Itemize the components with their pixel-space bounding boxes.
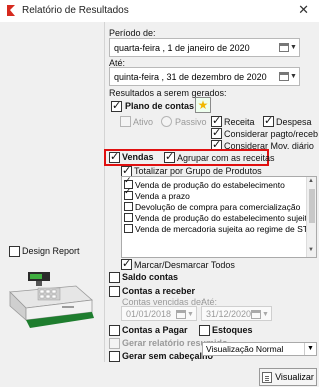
agrupar-receitas-label: Agrupar com as receitas	[177, 153, 275, 163]
contas-pagar-checkbox[interactable]	[109, 325, 120, 336]
estoques-label: Estoques	[212, 325, 253, 335]
periodo-de-value: quarta-feira , 1 de janeiro de 2020	[114, 42, 250, 53]
calendar-dropdown-icon[interactable]: ▼	[251, 308, 269, 321]
visualizar-label: Visualizar	[275, 372, 314, 382]
marcar-todos-checkbox[interactable]	[121, 257, 132, 270]
star-icon[interactable]: ★	[195, 97, 211, 113]
marcar-todos-label: Marcar/Desmarcar Todos	[134, 260, 235, 270]
title-bar: Relatório de Resultados ✕	[0, 0, 319, 22]
ativo-label: Ativo	[133, 117, 154, 127]
scroll-down-icon[interactable]: ▼	[308, 247, 314, 253]
list-scrollbar[interactable]: ▲ ▼	[306, 177, 316, 257]
chevron-down-icon[interactable]: ▼	[304, 343, 316, 355]
periodo-de-field[interactable]: quarta-feira , 1 de janeiro de 2020 ▼	[109, 38, 300, 57]
estoques-checkbox[interactable]	[199, 325, 210, 336]
list-item[interactable]: Devolução de compra para comercialização	[124, 201, 300, 212]
app-logo-icon	[7, 5, 15, 16]
plano-contas-label: Plano de contas	[125, 101, 195, 111]
list-item-checkbox[interactable]	[124, 213, 133, 223]
passivo-label: Passivo	[175, 117, 207, 127]
ativo-checkbox[interactable]	[120, 116, 131, 127]
calendar-dropdown-icon[interactable]: ▼	[279, 41, 297, 54]
gerar-resumido-checkbox[interactable]	[109, 338, 120, 349]
visualizar-button[interactable]: Visualizar	[259, 368, 317, 386]
totalizar-label: Totalizar por Grupo de Produtos	[134, 166, 262, 176]
visualizacao-select[interactable]: Visualização Normal ▼	[202, 342, 317, 356]
contas-pagar-label: Contas a Pagar	[122, 325, 188, 335]
despesa-checkbox[interactable]	[263, 114, 274, 127]
vendas-label: Vendas	[122, 152, 154, 162]
list-item-checkbox[interactable]	[124, 191, 133, 201]
contas-ate-field[interactable]: 31/12/2020 ▼	[201, 306, 272, 321]
list-item-checkbox[interactable]	[124, 202, 133, 212]
plano-contas-checkbox[interactable]	[111, 99, 122, 112]
agrupar-receitas-checkbox[interactable]	[164, 150, 175, 163]
gerar-sem-cabecalho-label: Gerar sem cabeçalho	[122, 351, 214, 361]
design-report-checkbox[interactable]	[9, 246, 20, 257]
contas-de-value: 01/01/2018	[126, 308, 172, 319]
periodo-ate-value: quinta-feira , 31 de dezembro de 2020	[114, 71, 267, 82]
contas-receber-label: Contas a receber	[122, 286, 196, 296]
panel-divider	[104, 22, 105, 362]
considerar-pagto-label: Considerar pagto/receb	[224, 129, 319, 139]
contas-de-field[interactable]: 01/01/2018 ▼	[121, 306, 197, 321]
window-title: Relatório de Resultados	[22, 5, 129, 16]
periodo-de-label: Período de:	[109, 28, 156, 38]
list-item-checkbox[interactable]	[124, 224, 133, 234]
gerar-sem-cabecalho-checkbox[interactable]	[109, 351, 120, 362]
contas-receber-checkbox[interactable]	[109, 286, 120, 297]
receita-label: Receita	[224, 117, 255, 127]
saldo-contas-checkbox[interactable]	[109, 272, 120, 283]
visualizacao-selected: Visualização Normal	[206, 344, 284, 354]
close-icon[interactable]: ✕	[298, 3, 309, 18]
document-icon	[262, 371, 273, 383]
saldo-contas-label: Saldo contas	[122, 272, 179, 282]
periodo-ate-field[interactable]: quinta-feira , 31 de dezembro de 2020 ▼	[109, 67, 300, 86]
cash-register-icon	[9, 272, 94, 328]
contas-ate-value: 31/12/2020	[206, 308, 252, 319]
vendas-list[interactable]: Venda de produção do estabelecimento Ven…	[121, 176, 317, 258]
passivo-radio[interactable]	[161, 116, 172, 127]
list-item[interactable]: Venda de produção do estabelecimento	[124, 179, 285, 190]
list-item[interactable]: Venda de produção do estabelecimento suj…	[124, 212, 312, 223]
design-report-label: Design Report	[22, 246, 80, 256]
calendar-dropdown-icon[interactable]: ▼	[176, 308, 194, 321]
calendar-dropdown-icon[interactable]: ▼	[279, 70, 297, 83]
list-item[interactable]: Venda a prazo	[124, 190, 190, 201]
despesa-label: Despesa	[276, 117, 312, 127]
list-item[interactable]: Venda de mercadoria sujeita ao regime de…	[124, 223, 308, 234]
scroll-up-icon[interactable]: ▲	[308, 178, 314, 184]
vendas-checkbox[interactable]	[109, 150, 120, 163]
scrollbar-thumb[interactable]	[309, 189, 315, 223]
